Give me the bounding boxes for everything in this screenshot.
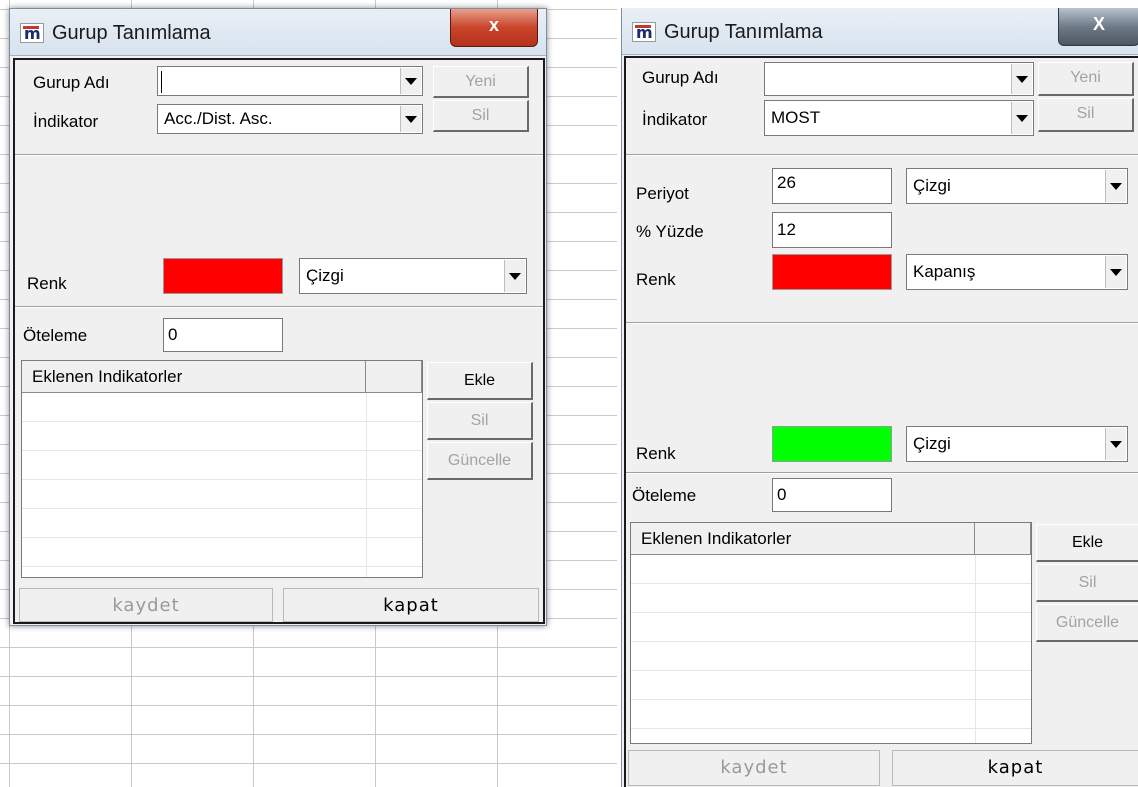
color-swatch-red[interactable] (772, 254, 892, 290)
indicator-label: İndikator (33, 112, 99, 131)
group-name-label: Gurup Adı (642, 68, 719, 87)
delete-group-button[interactable]: Sil (433, 100, 529, 132)
color-swatch-green[interactable] (772, 426, 892, 462)
color-label: Renk (636, 444, 676, 463)
list-row[interactable] (22, 480, 422, 509)
indicator-value: MOST (771, 108, 821, 127)
add-button[interactable]: Ekle (427, 362, 533, 400)
group-name-combo[interactable] (157, 66, 423, 96)
indicator-value: Acc./Dist. Asc. (164, 109, 273, 128)
price-source-combo[interactable]: Kapanış (906, 254, 1128, 290)
offset-value: 0 (777, 485, 787, 504)
right-window-title: Gurup Tanımlama (664, 21, 823, 43)
period-input[interactable]: 26 (772, 168, 892, 204)
added-indicators-list[interactable]: Eklenen Indikatorler (630, 522, 1032, 744)
offset-label: Öteleme (632, 486, 697, 505)
text-caret (161, 71, 162, 93)
chevron-down-icon[interactable] (400, 68, 421, 94)
offset-input[interactable]: 0 (772, 478, 892, 512)
update-button[interactable]: Güncelle (1036, 604, 1138, 642)
close-dialog-button[interactable]: kapat (283, 588, 539, 622)
list-row[interactable] (631, 555, 1031, 584)
left-close-icon[interactable]: x (450, 9, 538, 47)
list-header-extra[interactable] (975, 523, 1031, 555)
list-row[interactable] (631, 671, 1031, 700)
list-header-label: Eklenen Indikatorler (32, 367, 183, 386)
chevron-down-icon[interactable] (1105, 256, 1126, 288)
list-header-label: Eklenen Indikatorler (641, 529, 792, 548)
chevron-down-icon[interactable] (1011, 102, 1032, 134)
separator (626, 322, 1138, 324)
app-logo-icon (632, 22, 656, 42)
chevron-down-icon[interactable] (1105, 170, 1126, 202)
offset-value: 0 (168, 325, 178, 344)
indicator-combo[interactable]: Acc./Dist. Asc. (157, 104, 423, 134)
percent-input[interactable]: 12 (772, 212, 892, 248)
color-label: Renk (636, 270, 676, 289)
list-row[interactable] (631, 700, 1031, 729)
left-window-title: Gurup Tanımlama (52, 22, 211, 44)
chevron-down-icon[interactable] (1105, 428, 1126, 460)
delete-button[interactable]: Sil (1036, 564, 1138, 602)
price-source-value: Kapanış (913, 262, 976, 281)
indicator-combo[interactable]: MOST (764, 100, 1034, 136)
percent-value: 12 (777, 220, 796, 239)
list-row[interactable] (22, 538, 422, 567)
list-row[interactable] (631, 642, 1031, 671)
offset-label: Öteleme (23, 326, 88, 345)
color-label: Renk (27, 274, 67, 293)
line-style-value: Çizgi (913, 434, 951, 453)
right-client-frame: Gurup Adı Yeni İndikator MOST Sil Periyo… (624, 56, 1138, 787)
line-style-value: Çizgi (306, 266, 344, 285)
period-value: 26 (777, 173, 796, 192)
list-row[interactable] (631, 584, 1031, 613)
group-name-label: Gurup Adı (33, 73, 110, 92)
line-style-combo[interactable]: Çizgi (299, 258, 527, 294)
add-button[interactable]: Ekle (1036, 524, 1138, 562)
list-row[interactable] (22, 393, 422, 422)
chevron-down-icon[interactable] (1011, 64, 1032, 94)
chevron-down-icon[interactable] (400, 106, 421, 132)
new-group-button[interactable]: Yeni (433, 66, 529, 98)
line-style-combo[interactable]: Çizgi (906, 426, 1128, 462)
save-button[interactable]: kaydet (19, 588, 273, 622)
left-client-frame: Gurup Adı Yeni İndikator Acc./Dist. Asc.… (13, 58, 545, 624)
list-header-name[interactable]: Eklenen Indikatorler (631, 523, 975, 555)
percent-label: % Yüzde (636, 222, 704, 241)
separator (15, 154, 543, 156)
separator (626, 472, 1138, 474)
update-button[interactable]: Güncelle (427, 442, 533, 480)
added-indicators-list[interactable]: Eklenen Indikatorler (21, 360, 423, 578)
left-title-bar[interactable]: Gurup Tanımlama x (10, 9, 546, 56)
chevron-down-icon[interactable] (504, 260, 525, 292)
list-header-extra[interactable] (366, 361, 422, 393)
period-label: Periyot (636, 184, 689, 203)
right-dialog-window: Gurup Tanımlama X Gurup Adı Yeni İndikat… (621, 8, 1138, 787)
list-row[interactable] (631, 613, 1031, 642)
color-swatch-red[interactable] (163, 258, 283, 294)
separator (15, 306, 543, 308)
indicator-label: İndikator (642, 110, 708, 129)
left-dialog-window: Gurup Tanımlama x Gurup Adı Yeni İndikat… (9, 8, 547, 626)
right-title-bar[interactable]: Gurup Tanımlama X (622, 8, 1138, 55)
right-close-icon[interactable]: X (1058, 8, 1138, 46)
period-style-value: Çizgi (913, 176, 951, 195)
list-row[interactable] (22, 422, 422, 451)
offset-input[interactable]: 0 (163, 318, 283, 352)
save-button[interactable]: kaydet (628, 750, 880, 786)
list-header-name[interactable]: Eklenen Indikatorler (22, 361, 366, 393)
list-row[interactable] (22, 451, 422, 480)
close-dialog-button[interactable]: kapat (892, 750, 1138, 786)
new-group-button[interactable]: Yeni (1038, 62, 1134, 96)
separator (626, 154, 1138, 156)
app-logo-icon (20, 23, 44, 43)
delete-group-button[interactable]: Sil (1038, 98, 1134, 132)
period-style-combo[interactable]: Çizgi (906, 168, 1128, 204)
list-row[interactable] (22, 509, 422, 538)
delete-button[interactable]: Sil (427, 402, 533, 440)
group-name-combo[interactable] (764, 62, 1034, 96)
